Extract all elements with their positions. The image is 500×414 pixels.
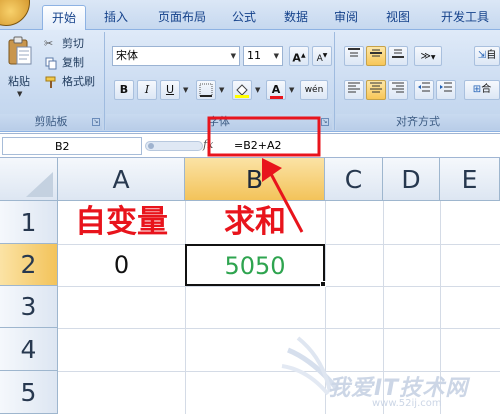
formula-highlight-box [207, 116, 321, 157]
annotation-arrow-line [268, 171, 304, 233]
annotation-overlay [207, 116, 321, 233]
